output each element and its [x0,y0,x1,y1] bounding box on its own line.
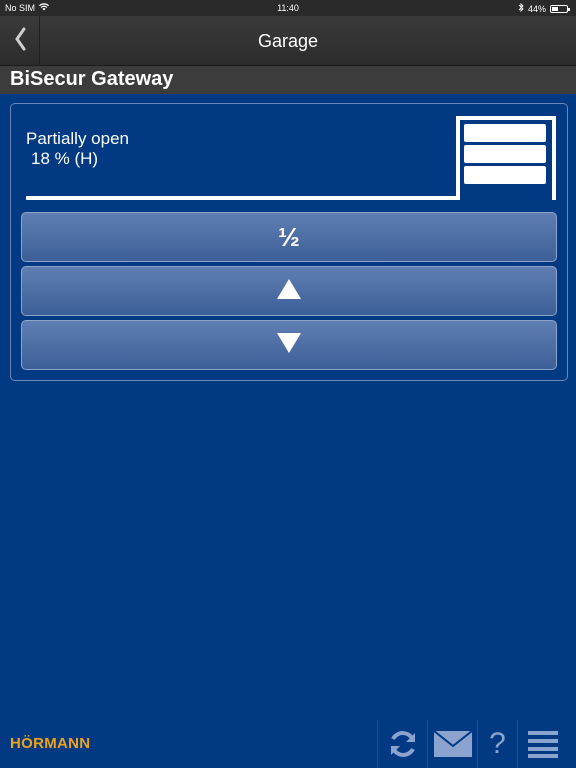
refresh-button[interactable] [377,720,427,768]
close-button[interactable] [21,320,557,370]
battery-icon [550,4,570,13]
navigation-bar: Garage [0,16,576,66]
floor-line [26,196,459,200]
refresh-icon [386,727,420,761]
mail-button[interactable] [427,720,477,768]
bottom-toolbar: ? [377,720,567,768]
door-state-label: Partially open [26,129,130,148]
half-open-button[interactable]: ½ [21,212,557,262]
page-title: Garage [257,31,319,51]
door-control-panel: Partially open 18 % (H) ½ [10,103,568,381]
help-button[interactable]: ? [477,720,517,768]
half-open-label: ½ [278,221,300,252]
garage-door-icon [456,116,556,200]
status-bar: No SIM 11:40 44% [0,0,576,16]
help-icon: ? [489,727,506,760]
battery-percent: 44% [527,3,546,14]
mail-icon [433,731,472,757]
door-state-value: 18 % (H) [31,149,99,168]
triangle-down-icon [276,330,302,361]
menu-button[interactable] [517,720,567,768]
gateway-title: BiSecur Gateway [0,66,576,94]
triangle-up-icon [276,276,302,307]
hormann-logo: HÖRMANN [10,735,91,752]
open-button[interactable] [21,266,557,316]
status-time: 11:40 [277,3,299,13]
menu-icon [527,730,558,758]
bluetooth-icon [518,2,524,14]
